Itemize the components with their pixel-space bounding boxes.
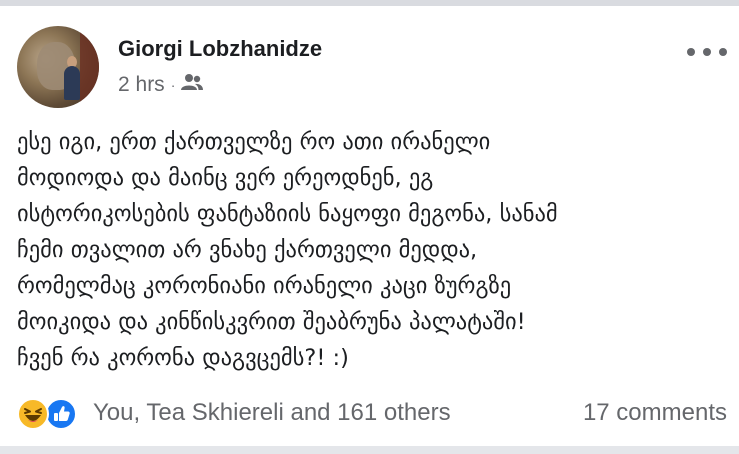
haha-icon xyxy=(17,398,49,430)
post-text-line: მოდიოდა და მაინც ვერ ერეოდნენ, ეგ xyxy=(17,165,434,191)
like-icon xyxy=(45,398,77,430)
post-timestamp[interactable]: 2 hrs xyxy=(118,73,165,97)
reaction-icons[interactable] xyxy=(17,398,85,432)
bottom-divider xyxy=(0,446,739,454)
post-body: ესე იგი, ერთ ქართველზე რო ათი ირანელი მო… xyxy=(17,124,729,376)
post-text-line: რომელმაც კორონიანი ირანელი კაცი ზურგზე xyxy=(17,273,512,299)
post-footer: You, Tea Skhiereli and 161 others 17 com… xyxy=(17,396,727,432)
friends-icon[interactable] xyxy=(181,73,204,97)
post-header: Giorgi Lobzhanidze 2 hrs · xyxy=(17,26,727,108)
more-options-icon[interactable] xyxy=(687,42,727,62)
post-text-line: მოიკიდა და კინწისკვრით შეაბრუნა პალატაში… xyxy=(17,309,526,335)
post-text-line: ისტორიკოსების ფანტაზიის ნაყოფი მეგონა, ს… xyxy=(17,201,558,227)
post-text-line: ესე იგი, ერთ ქართველზე რო ათი ირანელი xyxy=(17,129,491,155)
author-name[interactable]: Giorgi Lobzhanidze xyxy=(118,36,322,62)
author-avatar[interactable] xyxy=(17,26,99,108)
meta-separator: · xyxy=(170,77,176,93)
comments-count[interactable]: 17 comments xyxy=(583,399,727,427)
top-divider xyxy=(0,0,739,6)
post-text-line: ჩვენ რა კორონა დაგვცემს?! :) xyxy=(17,345,349,371)
post-text-line: ჩემი თვალით არ ვნახე ქართველი მედდა, xyxy=(17,237,478,263)
post-meta: 2 hrs · xyxy=(118,72,204,98)
reactors-summary[interactable]: You, Tea Skhiereli and 161 others xyxy=(93,399,451,427)
